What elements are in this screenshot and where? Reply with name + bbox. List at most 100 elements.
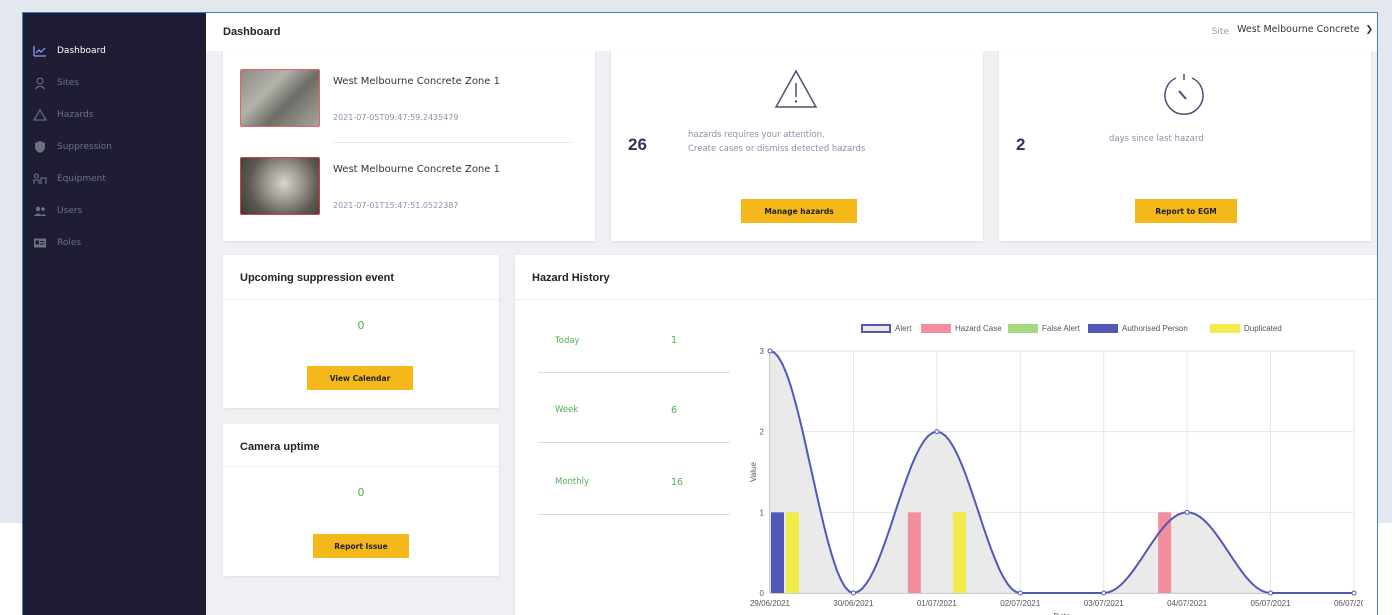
stat-label-today: Today	[555, 336, 580, 346]
detection-name: West Melbourne Concrete Zone 1	[333, 164, 500, 175]
page-title: Dashboard	[223, 26, 281, 38]
chart-line-icon	[33, 44, 47, 58]
id-card-icon	[33, 236, 47, 250]
hazards-message-line2: Create cases or dismiss detected hazards	[688, 144, 866, 154]
chevron-down-icon: ❯	[1365, 24, 1373, 35]
sidebar-item-label: Equipment	[57, 174, 106, 184]
y-tick-label: 1	[760, 508, 765, 517]
alert-area	[770, 351, 1354, 593]
sidebar-item-label: Sites	[57, 78, 79, 88]
card-title: Hazard History	[532, 272, 610, 284]
shield-icon	[33, 140, 47, 154]
days-since-hazard-card: 2 days since last hazard Report to EGM	[999, 51, 1371, 241]
detection-name: West Melbourne Concrete Zone 1	[333, 76, 500, 87]
stat-value-today: 1	[671, 335, 678, 346]
sidebar-item-label: Dashboard	[57, 46, 106, 56]
report-issue-button[interactable]: Report Issue	[313, 534, 409, 558]
alert-point	[850, 590, 856, 596]
hazard-history-card: Hazard History Today 1 Week 6 Monthly 16…	[515, 255, 1377, 615]
stat-value-week: 6	[671, 405, 678, 416]
camera-uptime-card: Camera uptime 0 Report Issue	[223, 424, 499, 576]
warning-icon	[33, 108, 47, 122]
sidebar: Dashboard Sites Hazards Suppression Equi…	[23, 13, 206, 615]
site-label: Site	[1211, 27, 1229, 37]
divider	[538, 514, 730, 515]
alert-point	[1351, 590, 1357, 596]
divider	[223, 466, 499, 467]
sidebar-item-label: Users	[57, 206, 83, 216]
recent-detections-card: West Melbourne Concrete Zone 1 2021-07-0…	[223, 51, 595, 241]
warning-icon	[773, 68, 819, 114]
detection-item[interactable]: West Melbourne Concrete Zone 1 2021-07-0…	[223, 51, 595, 143]
x-tick-label: 05/07/2021	[1251, 599, 1292, 608]
timer-icon	[1158, 66, 1210, 122]
main-content: Dashboard Site West Melbourne Concrete ❯…	[206, 13, 1377, 615]
view-calendar-button[interactable]: View Calendar	[307, 366, 413, 390]
site-select[interactable]: West Melbourne Concrete ❯	[1237, 24, 1373, 35]
card-title: Upcoming suppression event	[240, 272, 395, 284]
site-select-value: West Melbourne Concrete	[1237, 24, 1360, 35]
days-count: 2	[1016, 135, 1026, 154]
x-tick-label: 06/07/2021	[1334, 599, 1363, 608]
x-tick-label: 30/06/2021	[833, 599, 874, 608]
sidebar-item-suppression[interactable]: Suppression	[23, 131, 206, 163]
equipment-icon	[33, 172, 47, 186]
y-tick-label: 0	[760, 589, 765, 598]
hazard-history-chart: 0 1 2 3 29/06/2021 30/06/2021 01/07/2021 02/07/…	[749, 347, 1363, 615]
report-to-egm-button[interactable]: Report to EGM	[1135, 199, 1237, 223]
divider	[333, 142, 573, 143]
sidebar-item-label: Hazards	[57, 110, 94, 120]
detection-time: 2021-07-01T15:47:51.0522387	[333, 201, 459, 210]
days-message: days since last hazard	[1109, 134, 1204, 144]
camera-uptime-value: 0	[357, 486, 365, 499]
sidebar-item-sites[interactable]: Sites	[23, 67, 206, 99]
x-tick-label: 02/07/2021	[1000, 599, 1041, 608]
bar	[786, 512, 799, 593]
x-tick-label: 03/07/2021	[1084, 599, 1125, 608]
y-tick-label: 2	[760, 428, 765, 437]
hazards-attention-card: 26 hazards requires your attention. Crea…	[611, 51, 983, 241]
sidebar-item-equipment[interactable]: Equipment	[23, 163, 206, 195]
divider	[223, 299, 499, 300]
alert-point	[1268, 590, 1274, 596]
alert-line	[769, 350, 1354, 595]
alert-point	[1017, 590, 1023, 596]
divider	[515, 299, 1377, 300]
alert-point	[1101, 590, 1107, 596]
detection-thumbnail	[240, 69, 320, 127]
hazards-message-line1: hazards requires your attention.	[688, 130, 825, 140]
detection-time: 2021-07-05T09:47:59.2435479	[333, 113, 459, 122]
divider	[538, 372, 730, 373]
y-tick-label: 3	[760, 347, 765, 356]
bar	[771, 512, 784, 593]
bar	[1158, 512, 1172, 593]
suppression-count: 0	[357, 319, 365, 332]
sidebar-item-dashboard[interactable]: Dashboard	[23, 35, 206, 67]
top-bar: Dashboard Site West Melbourne Concrete ❯	[206, 13, 1377, 51]
sidebar-item-roles[interactable]: Roles	[23, 227, 206, 259]
detection-item[interactable]: West Melbourne Concrete Zone 1 2021-07-0…	[223, 146, 595, 236]
manage-hazards-button[interactable]: Manage hazards	[741, 199, 857, 223]
alert-point	[767, 348, 773, 354]
sidebar-item-users[interactable]: Users	[23, 195, 206, 227]
stat-label-monthly: Monthly	[555, 477, 590, 487]
y-axis-label: Value	[749, 462, 758, 482]
x-tick-label: 29/06/2021	[750, 599, 791, 608]
sidebar-item-label: Roles	[57, 238, 82, 248]
hazards-count: 26	[628, 135, 647, 154]
sidebar-item-hazards[interactable]: Hazards	[23, 99, 206, 131]
stat-value-monthly: 16	[671, 477, 684, 488]
bar	[907, 512, 921, 593]
bar	[952, 512, 966, 593]
x-tick-label: 04/07/2021	[1167, 599, 1208, 608]
alert-point	[1184, 509, 1190, 515]
upcoming-suppression-card: Upcoming suppression event 0 View Calend…	[223, 255, 499, 408]
detection-thumbnail	[240, 157, 320, 215]
app-window: Dashboard Sites Hazards Suppression Equi…	[22, 12, 1378, 615]
alert-point	[934, 429, 940, 435]
map-pin-icon	[33, 76, 47, 90]
x-tick-label: 01/07/2021	[917, 599, 958, 608]
stat-label-week: Week	[555, 405, 579, 415]
sidebar-item-label: Suppression	[57, 142, 112, 152]
card-title: Camera uptime	[240, 441, 320, 453]
